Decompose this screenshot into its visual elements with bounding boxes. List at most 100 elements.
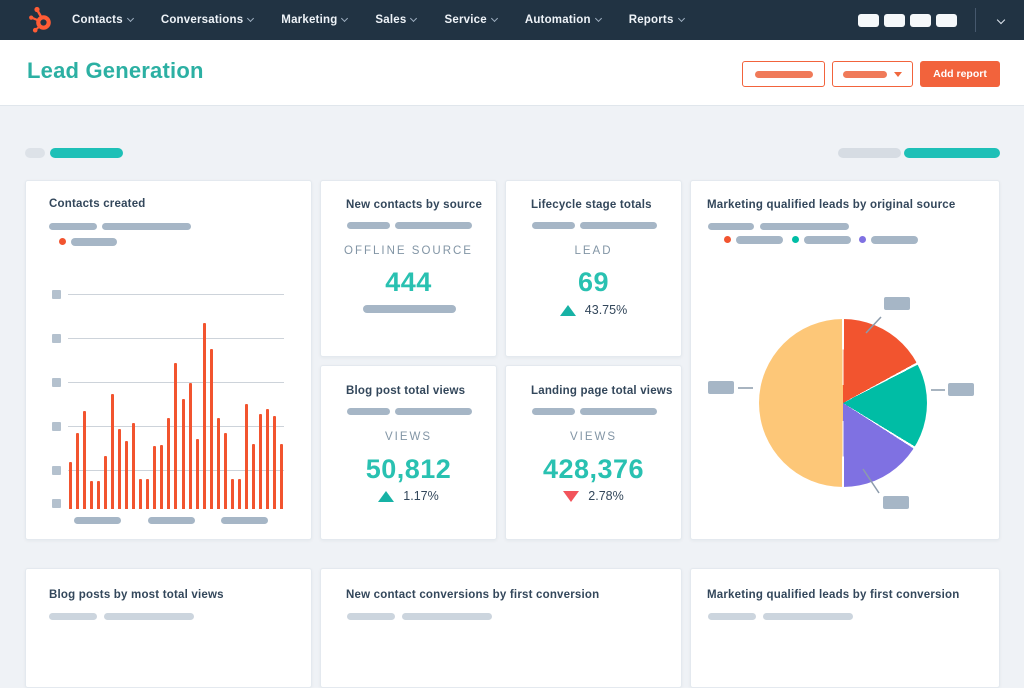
- bar: [265, 409, 269, 509]
- subtitle-placeholder-bar: [395, 408, 472, 415]
- legend-label-placeholder: [736, 235, 783, 244]
- subtitle-placeholder-bar: [402, 613, 492, 620]
- y-tick-placeholder: [52, 378, 61, 387]
- date-filter-control[interactable]: [50, 148, 123, 158]
- dashboard-filter-dropdown[interactable]: [832, 61, 913, 87]
- nav-item-service[interactable]: Service: [444, 14, 498, 26]
- chevron-down-icon: [594, 14, 602, 23]
- legend-dot: [792, 236, 799, 243]
- view-toggle-right[interactable]: [904, 148, 1000, 158]
- bar: [174, 363, 178, 509]
- dashboard-actions-button[interactable]: [742, 61, 825, 87]
- card-title: Blog posts by most total views: [49, 589, 224, 601]
- subtitle-placeholder-bar: [708, 613, 756, 620]
- card-title: New contacts by source: [346, 199, 483, 211]
- footer-placeholder-bar: [363, 305, 456, 313]
- caret-down-icon: [894, 71, 902, 77]
- card-blog-posts-by-most-total-views: Blog posts by most total views: [25, 568, 312, 688]
- divider: [975, 8, 976, 32]
- add-report-button[interactable]: Add report: [920, 61, 1000, 87]
- subtitle-placeholder-bar: [347, 222, 390, 229]
- chevron-down-icon: [247, 14, 255, 23]
- bar: [146, 479, 150, 509]
- nav-action-icon[interactable]: [884, 13, 905, 27]
- nav-item-automation[interactable]: Automation: [525, 14, 602, 26]
- card-title: Marketing qualified leads by original so…: [707, 199, 956, 211]
- chevron-down-icon: [341, 14, 349, 23]
- card-title: Landing page total views: [531, 385, 673, 397]
- bar: [83, 411, 87, 509]
- subtitle-placeholder-bar: [580, 408, 657, 415]
- subtitle-placeholder-bar: [104, 613, 194, 620]
- hubspot-logo-icon[interactable]: [24, 3, 58, 37]
- card-new-contacts-by-source: New contacts by source OFFLINE SOURCE 44…: [320, 180, 497, 357]
- card-mql-by-original-source: Marketing qualified leads by original so…: [690, 180, 1000, 540]
- metric-value: 69: [577, 267, 610, 297]
- y-tick-placeholder: [52, 334, 61, 343]
- y-tick-placeholder: [52, 499, 61, 508]
- bar: [195, 439, 199, 509]
- legend-dot: [724, 236, 731, 243]
- card-lifecycle-stage-totals: Lifecycle stage totals LEAD 69 43.75%: [505, 180, 682, 357]
- subtitle-placeholder-bar: [760, 223, 849, 230]
- nav-item-conversations[interactable]: Conversations: [161, 14, 255, 26]
- bar: [167, 418, 171, 509]
- pie-label-placeholder: [708, 381, 734, 394]
- chevron-down-icon: [410, 14, 418, 23]
- dashboard-page: { "nav": { "items": ["Contacts", "Conver…: [0, 0, 1024, 688]
- nav-item-reports[interactable]: Reports: [629, 14, 685, 26]
- bar: [125, 441, 129, 509]
- nav-actions: [853, 0, 1010, 40]
- x-axis-label-placeholder: [74, 517, 121, 524]
- bar: [118, 429, 122, 509]
- view-toggle-left[interactable]: [838, 148, 901, 158]
- bar: [97, 481, 101, 509]
- pie-label-placeholder: [883, 496, 909, 509]
- bar: [216, 418, 220, 509]
- nav-action-icon[interactable]: [910, 13, 931, 27]
- gridline: [68, 294, 284, 295]
- delta-value: 1.17%: [403, 489, 439, 503]
- subtitle-placeholder-bar: [763, 613, 853, 620]
- card-mql-by-first-conversion: Marketing qualified leads by first conve…: [690, 568, 1000, 688]
- bar: [139, 479, 143, 509]
- bar: [251, 444, 255, 509]
- bar: [181, 399, 185, 509]
- add-report-label: Add report: [933, 68, 987, 80]
- legend-label-placeholder: [871, 235, 918, 244]
- card-title: New contact conversions by first convers…: [346, 589, 600, 601]
- bar: [209, 349, 213, 509]
- account-chevron-down-icon[interactable]: [996, 15, 1006, 25]
- bar: [76, 433, 80, 509]
- bar: [237, 479, 241, 509]
- bar: [258, 414, 262, 509]
- card-title: Blog post total views: [346, 385, 466, 397]
- card-title: Contacts created: [49, 198, 146, 210]
- card-title: Lifecycle stage totals: [531, 199, 652, 211]
- bar: [223, 433, 227, 509]
- x-axis-label-placeholder: [148, 517, 195, 524]
- nav-item-label: Sales: [375, 14, 407, 26]
- page-header: Lead Generation Add report: [0, 40, 1024, 106]
- bar: [202, 323, 206, 509]
- trend-down-icon: [563, 490, 580, 502]
- card-title: Marketing qualified leads by first conve…: [707, 589, 960, 601]
- y-tick-placeholder: [52, 466, 61, 475]
- nav-item-contacts[interactable]: Contacts: [72, 14, 134, 26]
- filter-label-placeholder: [25, 148, 45, 158]
- nav-action-icon[interactable]: [936, 13, 957, 27]
- bar: [104, 456, 108, 509]
- nav-item-marketing[interactable]: Marketing: [281, 14, 349, 26]
- metric-value: 444: [385, 267, 432, 297]
- pie-label-placeholder: [884, 297, 910, 310]
- subtitle-placeholder-bar: [532, 222, 575, 229]
- bar: [69, 462, 72, 509]
- x-axis-label-placeholder: [221, 517, 268, 524]
- legend-label-placeholder: [804, 235, 851, 244]
- subtitle-placeholder-bar: [49, 223, 97, 230]
- subtitle-placeholder-bar: [395, 222, 472, 229]
- chevron-down-icon: [126, 14, 134, 23]
- nav-item-sales[interactable]: Sales: [375, 14, 418, 26]
- delta-value: 43.75%: [584, 303, 628, 317]
- nav-action-icon[interactable]: [858, 13, 879, 27]
